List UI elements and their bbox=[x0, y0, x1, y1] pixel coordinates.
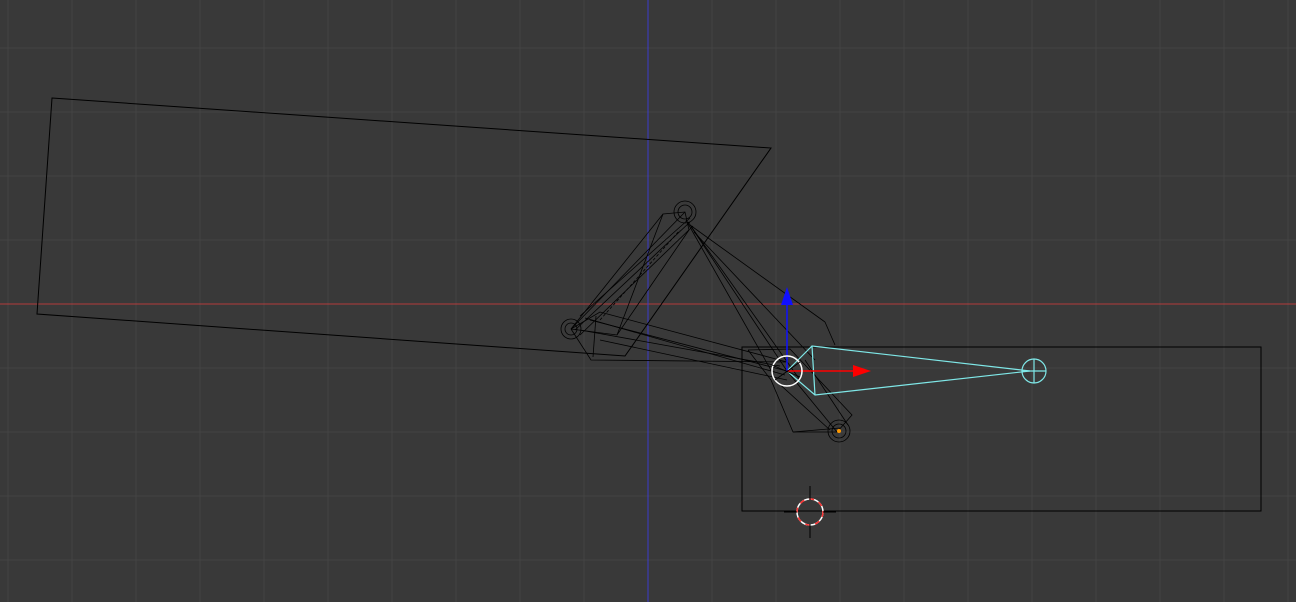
armature[interactable] bbox=[560, 200, 853, 443]
gizmo-z-arrow-icon[interactable] bbox=[781, 287, 793, 305]
3d-viewport[interactable] bbox=[0, 0, 1296, 602]
upper-plane[interactable] bbox=[36, 97, 772, 357]
transform-gizmo[interactable] bbox=[771, 287, 871, 387]
bone-upper-arm[interactable] bbox=[570, 211, 694, 336]
object-origin-icon bbox=[837, 429, 841, 433]
3d-cursor-icon[interactable] bbox=[784, 486, 836, 538]
viewport-canvas[interactable] bbox=[0, 0, 1296, 602]
bone-forearm[interactable] bbox=[570, 219, 836, 381]
gizmo-x-arrow-icon[interactable] bbox=[853, 365, 871, 377]
